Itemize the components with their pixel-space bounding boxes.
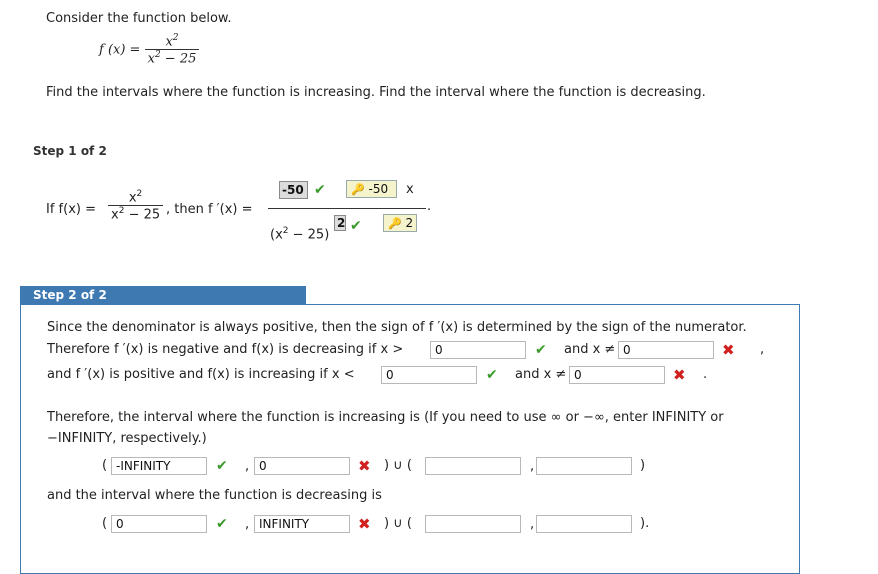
step2-header: Step 2 of 2: [20, 286, 306, 304]
increasing-x-lt-check-icon: ✔: [486, 367, 498, 383]
power-hint-box[interactable]: 🔑 2: [383, 214, 417, 232]
dec-separator-2: ,: [530, 517, 535, 532]
derivative-fraction-bar: [268, 208, 426, 209]
decreasing-x-ne-cross-icon: ✖: [722, 341, 735, 359]
numerator-check-icon: ✔: [314, 182, 326, 198]
denominator-power-answer[interactable]: 2: [334, 215, 346, 231]
function-numerator: x: [165, 34, 173, 50]
decreasing-text: and the interval where the function is d…: [47, 488, 382, 503]
derivative-denominator: (x2 − 25): [270, 226, 329, 242]
function-definition: f (x) = x2 x2 − 25: [99, 33, 200, 67]
step2-line3-text: and f ′(x) is positive and f(x) is incre…: [47, 367, 355, 382]
denominator-rest: − 25): [288, 227, 330, 243]
dec-b-cross-icon: ✖: [358, 515, 371, 533]
intro-consider: Consider the function below.: [46, 11, 232, 26]
derivative-period: .: [427, 199, 432, 214]
line2-comma: ,: [760, 342, 765, 357]
therefore-line2: −INFINITY, respectively.): [47, 431, 207, 446]
increasing-x-ne-cross-icon: ✖: [673, 366, 686, 384]
power-check-icon: ✔: [350, 218, 362, 234]
function-denominator-rest: − 25: [160, 51, 197, 67]
power-hint-value: 2: [405, 216, 414, 230]
increasing-x-ne-input[interactable]: 0: [569, 366, 665, 384]
inc-separator: ,: [245, 459, 250, 474]
line3-period: .: [703, 367, 708, 382]
dec-open-paren: (: [102, 516, 108, 531]
key-icon: 🔑: [351, 183, 365, 196]
decreasing-x-ne-input[interactable]: 0: [618, 341, 714, 359]
function-num-exponent: 2: [172, 33, 179, 43]
step1-num: x: [128, 190, 137, 206]
inc-union: ) ∪ (: [384, 458, 412, 473]
step1-if-text: If f(x) =: [46, 202, 96, 217]
function-lhs: f (x) =: [99, 42, 141, 58]
increasing-interval-b-input[interactable]: 0: [254, 457, 350, 475]
increasing-x-lt-input[interactable]: 0: [381, 366, 477, 384]
numerator-hint-value: -50: [368, 182, 389, 196]
step1-given-fraction: x2 x2 − 25: [108, 189, 164, 223]
step1-num-exp: 2: [136, 189, 143, 199]
intro-find: Find the intervals where the function is…: [46, 85, 706, 100]
step1-den-x: x: [111, 207, 119, 223]
inc-separator-2: ,: [530, 459, 535, 474]
inc-open-paren: (: [102, 458, 108, 473]
decreasing-x-gt-input[interactable]: 0: [430, 341, 526, 359]
decreasing-x-gt-check-icon: ✔: [535, 342, 547, 358]
numerator-hint-box[interactable]: 🔑 -50: [346, 180, 397, 198]
step1-den-rest: − 25: [124, 207, 161, 223]
function-denominator-x: x: [147, 51, 155, 67]
step2-line2-text: Therefore f ′(x) is negative and f(x) is…: [47, 342, 404, 357]
decreasing-interval-c-input[interactable]: [425, 515, 521, 533]
function-fraction: x2 x2 − 25: [144, 33, 200, 67]
derivative-numerator-answer[interactable]: -50: [279, 181, 308, 199]
dec-close-paren: ).: [640, 516, 650, 531]
increasing-interval-c-input[interactable]: [425, 457, 521, 475]
step1-then-text: , then f ′(x) =: [166, 202, 253, 217]
times-x: x: [406, 182, 414, 197]
dec-a-check-icon: ✔: [216, 516, 228, 532]
therefore-line1: Therefore, the interval where the functi…: [47, 410, 724, 425]
key-icon-2: 🔑: [388, 217, 402, 230]
decreasing-interval-d-input[interactable]: [536, 515, 632, 533]
dec-separator: ,: [245, 517, 250, 532]
increasing-interval-d-input[interactable]: [536, 457, 632, 475]
step1-label: Step 1 of 2: [33, 144, 107, 158]
inc-close-paren: ): [640, 458, 646, 473]
dec-union: ) ∪ (: [384, 516, 412, 531]
decreasing-interval-b-input[interactable]: INFINITY: [254, 515, 350, 533]
inc-b-cross-icon: ✖: [358, 457, 371, 475]
and-x-ne-text-1: and x ≠: [564, 342, 616, 357]
decreasing-interval-a-input[interactable]: 0: [111, 515, 207, 533]
increasing-interval-a-input[interactable]: -INFINITY: [111, 457, 207, 475]
denominator-open: (x: [270, 227, 283, 243]
inc-a-check-icon: ✔: [216, 458, 228, 474]
step2-line1: Since the denominator is always positive…: [47, 320, 747, 335]
and-x-ne-text-2: and x ≠: [515, 367, 567, 382]
